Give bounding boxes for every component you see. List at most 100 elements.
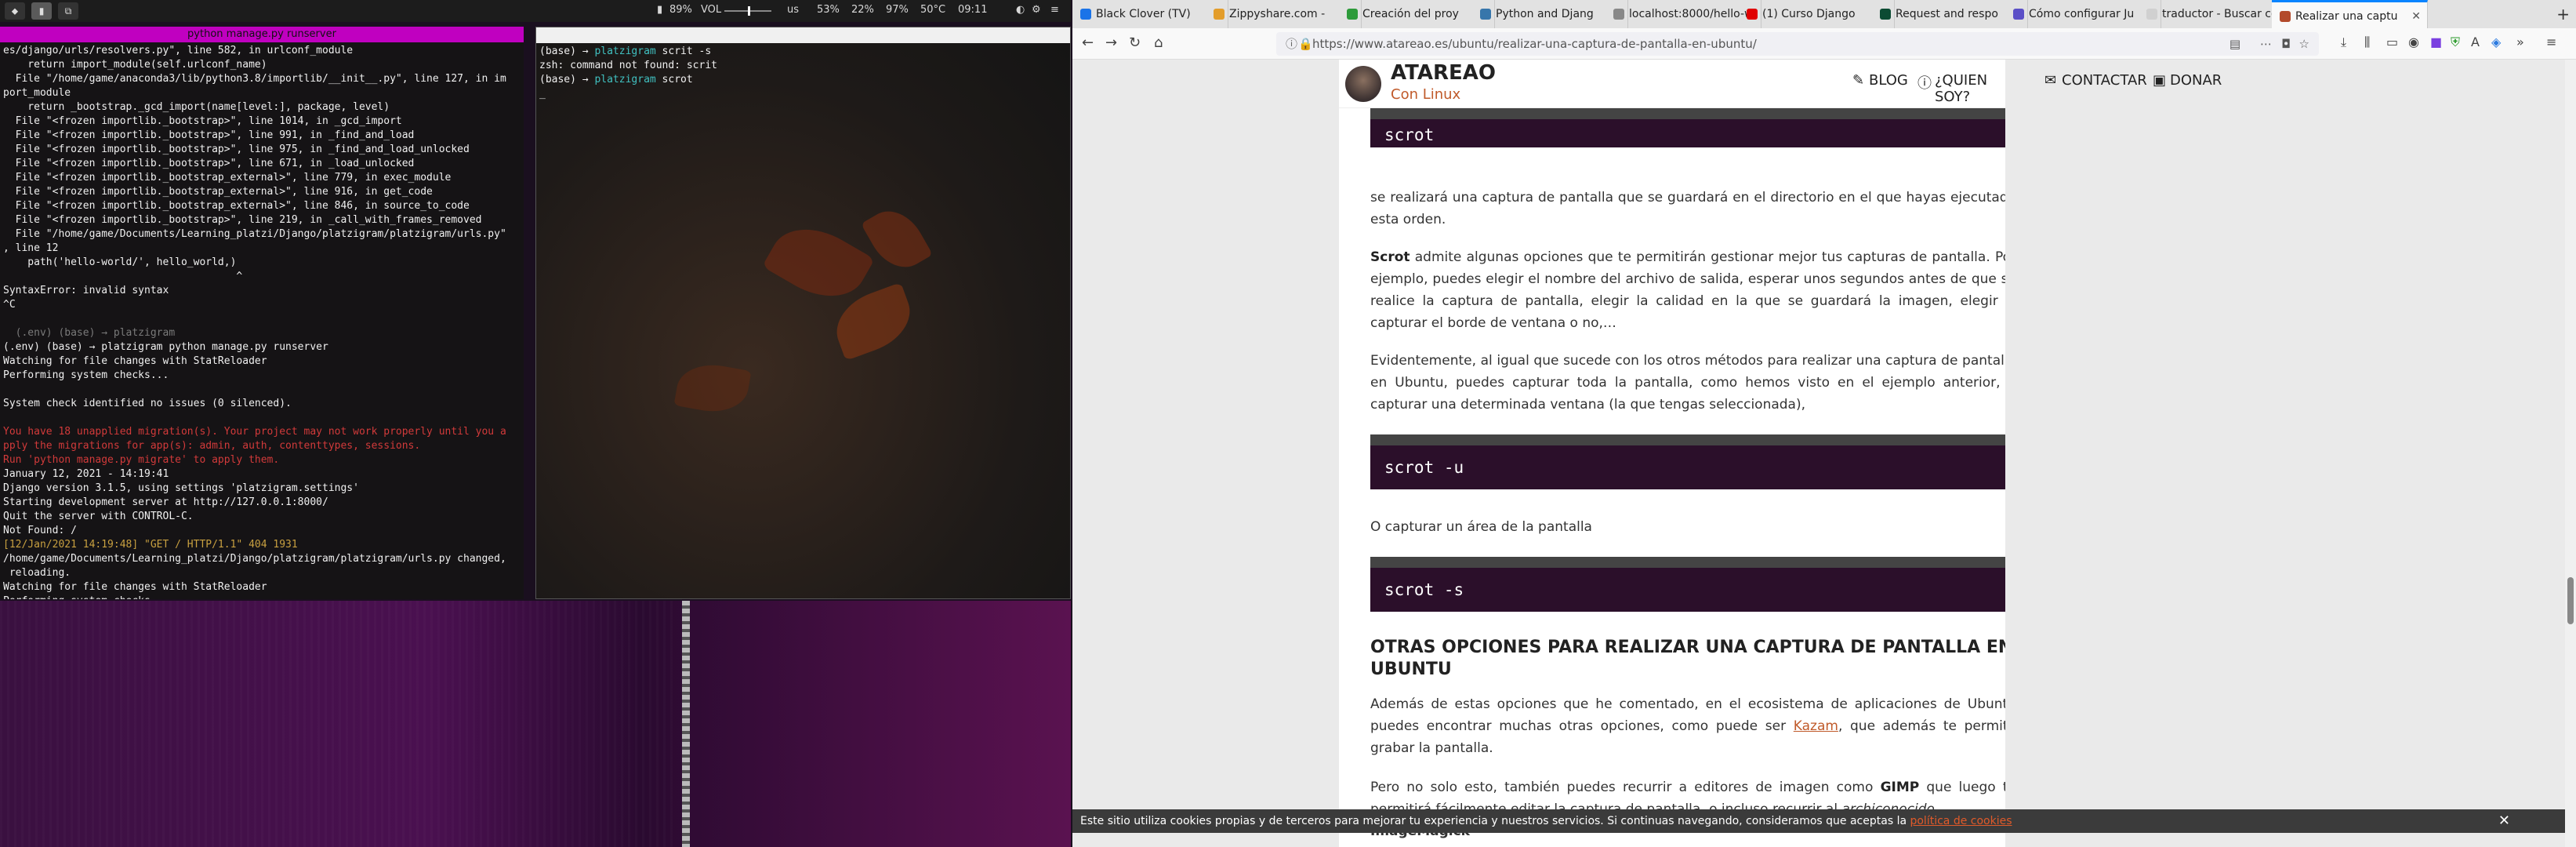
favicon-icon [2280, 11, 2291, 22]
terminal-line: Quit the server with CONTROL-C. [3, 511, 194, 522]
extension-icon[interactable]: ◈ [2491, 35, 2501, 49]
nav-donar[interactable]: DONAR [2170, 72, 2222, 89]
reader-icon[interactable]: ▤ [2230, 32, 2240, 56]
info-icon[interactable]: ⓘ [1286, 32, 1297, 56]
cookie-banner: Este sitio utiliza cookies propias y de … [1072, 809, 2565, 833]
terminal-line: Starting development server at http://12… [3, 496, 328, 508]
terminal-line: Not Found: / [3, 525, 77, 536]
terminal-line: Run 'python manage.py migrate' to apply … [3, 454, 280, 466]
terminal-line: ^C [3, 299, 16, 311]
new-tab-button[interactable]: + [2556, 5, 2570, 24]
workspace-2[interactable]: ▮ [31, 2, 52, 20]
settings-icon[interactable]: ⚙ [1032, 4, 1041, 16]
article-body: scrot se realizará una captura de pantal… [1339, 108, 2005, 847]
info-icon: ⓘ [1917, 75, 1932, 92]
more-icon[interactable]: ⋯ [2260, 32, 2272, 56]
disk-usage: 97% [886, 4, 909, 16]
terminal-line: File "/home/game/anaconda3/lib/python3.8… [3, 73, 506, 85]
sidebar-icon[interactable]: ▭ [2386, 35, 2398, 49]
terminal-shell[interactable]: (base) → platzigram scrit -s zsh: command… [535, 27, 1071, 599]
volume-slider[interactable] [724, 6, 771, 16]
nav-contactar[interactable]: CONTACTAR [2062, 72, 2147, 89]
terminal-line: _ [539, 88, 546, 100]
translate-icon[interactable]: A [2471, 35, 2480, 49]
favicon-icon [2146, 9, 2157, 20]
memory-usage: 53% [817, 4, 840, 16]
pocket-icon[interactable]: ◘ [2281, 32, 2291, 56]
kazam-link[interactable]: Kazam [1794, 718, 1838, 734]
workspace-3[interactable]: ⧉ [58, 2, 78, 20]
close-icon[interactable]: ✕ [2411, 2, 2421, 31]
firefox-window: Black Clover (TV) ✕ Zippyshare.com - ✕ Creac… [1072, 0, 2576, 847]
terminal-line: port_module [3, 87, 71, 99]
page-viewport: ATAREAO Con Linux ✎ BLOG ⓘ ¿QUIEN SOY? ✉… [1072, 60, 2576, 847]
close-icon[interactable]: ✕ [2498, 809, 2510, 833]
volume-label: VOL [701, 4, 722, 16]
terminal-line: Performing system checks... [3, 369, 169, 381]
tab-label: Python and Djang [1496, 8, 1594, 20]
site-title[interactable]: ATAREAO [1391, 61, 1496, 85]
terminal-line: Performing system checks... [3, 594, 521, 599]
nav-blog[interactable]: BLOG [1869, 72, 1908, 89]
prompt-dir: platzigram [594, 45, 656, 57]
volume-handle[interactable] [748, 6, 750, 16]
reload-icon[interactable]: ↻ [1129, 35, 1141, 51]
tab-label: Realizar una captu [2295, 10, 2398, 23]
workspace-1[interactable]: ⬥ [5, 2, 25, 20]
avatar[interactable] [1345, 66, 1381, 102]
favicon-icon [1880, 9, 1891, 20]
library-icon[interactable]: ⫼ [2364, 35, 2370, 50]
back-icon[interactable]: ← [1082, 35, 1094, 51]
terminal-line: You have 18 unapplied migration(s). Your… [3, 426, 506, 438]
paragraph: O capturar un área de la pantalla [1370, 516, 2005, 538]
menu-icon[interactable]: ≡ [2546, 35, 2556, 49]
nav-quien-soy[interactable]: ¿QUIEN SOY? [1935, 72, 2005, 105]
envelope-icon: ✉ [2044, 72, 2057, 89]
favicon-icon [1214, 9, 1225, 20]
bookmark-star-icon[interactable]: ☆ [2299, 32, 2309, 56]
favicon-icon [1347, 9, 1358, 20]
home-icon[interactable]: ⌂ [1154, 35, 1163, 51]
battery-icon: ▮ [657, 4, 663, 16]
terminal-line: pply the migrations for app(s): admin, a… [3, 440, 421, 452]
terminal-runserver[interactable]: python manage.py runserver es/django/url… [0, 27, 524, 599]
scrollbar-thumb[interactable] [2567, 577, 2574, 624]
clock: 09:11 [958, 4, 988, 16]
terminal-line: File "<frozen importlib._bootstrap_exter… [3, 172, 452, 184]
paragraph-text: Evidentemente, al igual que sucede con l… [1370, 353, 2005, 413]
code-block: scrot [1370, 108, 2005, 147]
paragraph-text: Pero no solo esto, también puedes recurr… [1370, 780, 1881, 795]
terminal-line: reloading. [3, 567, 71, 579]
terminal-line: , line 12 [3, 242, 59, 254]
tab-label: Creación del proy [1362, 8, 1459, 20]
download-icon[interactable]: ⤓ [2341, 35, 2346, 50]
pencil-icon: ✎ [1852, 72, 1865, 89]
code-block: scrot -u [1370, 434, 2005, 489]
account-icon[interactable]: ◉ [2408, 35, 2419, 49]
cookie-policy-link[interactable]: política de cookies [1910, 815, 2012, 827]
wallpaper-background [536, 27, 1070, 598]
terminal-line: Watching for file changes with StatReloa… [3, 355, 267, 367]
terminal-line: path('hello-world/', hello_world,) [3, 256, 237, 268]
tab-label: Request and respo [1896, 8, 1998, 20]
terminal-line: File "<frozen importlib._bootstrap_exter… [3, 186, 433, 198]
code-block: scrot -s [1370, 557, 2005, 612]
shield-icon[interactable]: ⛨ [2451, 35, 2460, 50]
terminal-title [536, 27, 1070, 43]
extension-icon[interactable]: ■ [2430, 35, 2442, 49]
terminal-line: File "<frozen importlib._bootstrap>", li… [3, 115, 402, 127]
url-text: https://www.atareao.es/ubuntu/realizar-u… [1312, 37, 1757, 51]
money-icon: ▣ [2153, 72, 2167, 89]
browser-tab[interactable]: Realizar una captu ✕ [2272, 0, 2428, 31]
lock-icon[interactable]: 🔒 [1298, 32, 1313, 56]
site-tagline: Con Linux [1391, 86, 1461, 103]
page-scrollbar[interactable] [2565, 60, 2576, 847]
window-divider[interactable] [682, 601, 690, 847]
url-bar[interactable]: ⓘ 🔒 https://www.atareao.es/ubuntu/realiz… [1276, 32, 2319, 56]
overflow-icon[interactable]: » [2516, 35, 2524, 49]
forward-icon[interactable]: → [1105, 35, 1117, 51]
tray-icon[interactable]: ≡ [1050, 4, 1059, 16]
terminal-line: System check identified no issues (0 sil… [3, 398, 292, 409]
